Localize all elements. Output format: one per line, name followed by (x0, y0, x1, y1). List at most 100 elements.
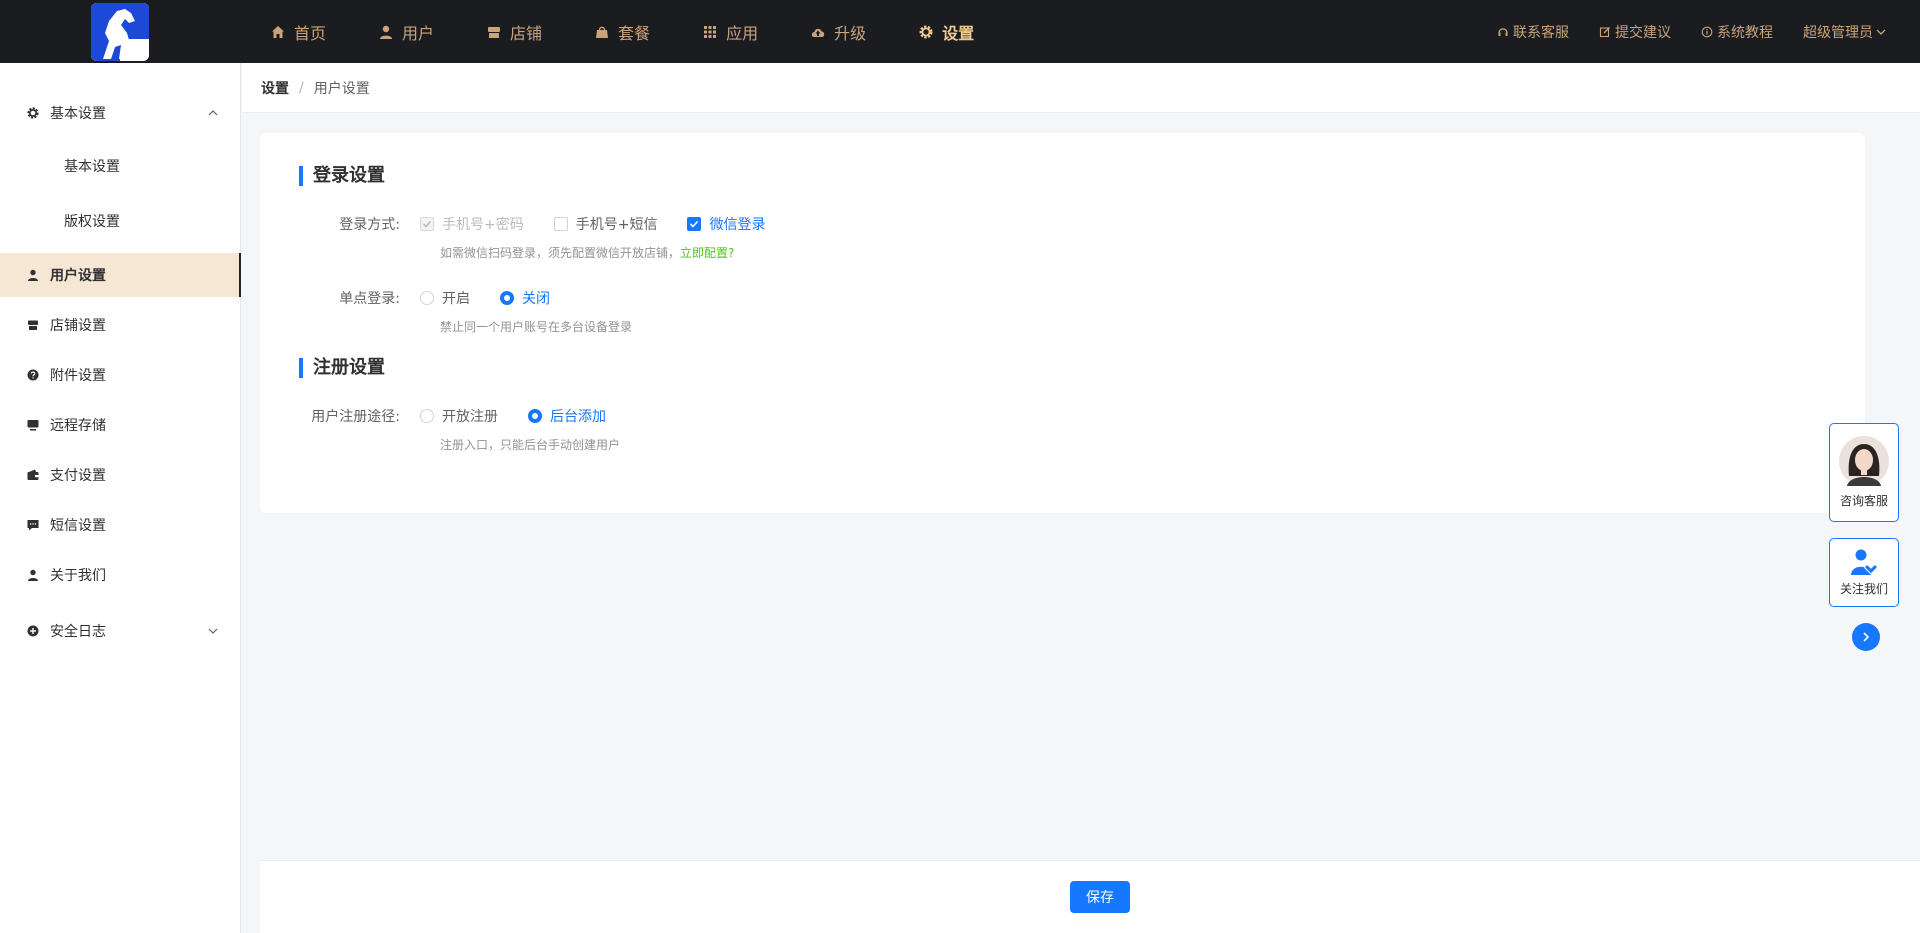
consult-service-widget[interactable]: 咨询客服 (1829, 423, 1899, 522)
store-icon (488, 26, 501, 38)
register-option-admin[interactable]: 后台添加 (528, 406, 606, 426)
login-method-wechat[interactable]: 微信登录 (687, 214, 765, 234)
follow-us-label: 关注我们 (1839, 582, 1888, 596)
register-path-hint: 注册入口，只能后台手动创建用户 (440, 438, 621, 452)
sidebar-item-label: 关于我们 (50, 568, 106, 584)
sidebar-item-basic-settings-group[interactable]: 基本设置 (0, 91, 241, 135)
sidebar-item-remote-storage[interactable]: 远程存储 (0, 403, 241, 447)
register-option-open[interactable]: 开放注册 (420, 406, 498, 426)
follow-us-widget[interactable]: 关注我们 (1829, 538, 1899, 607)
sidebar-item-label: 基本设置 (50, 106, 106, 122)
plus-circle-icon (27, 625, 39, 637)
admin-user-label: 超级管理员 (1803, 24, 1873, 41)
admin-user-menu[interactable]: 超级管理员 (1803, 22, 1887, 42)
sidebar-item-label: 附件设置 (50, 368, 106, 384)
sidebar-item-label: 用户设置 (50, 268, 106, 284)
sidebar-item-label: 远程存储 (50, 418, 106, 434)
login-method-hint: 如需微信扫码登录，须先配置微信开放店铺，立即配置? (440, 244, 734, 261)
consult-service-label: 咨询客服 (1839, 494, 1888, 508)
login-method-label: 登录方式: (339, 217, 400, 233)
top-navbar: 首页 用户 店铺 套餐 应用 升级 设置 联系客服 提交建议 系统教程 超级管理… (0, 0, 1920, 63)
login-method-option-label: 微信登录 (709, 217, 766, 233)
gear-icon (27, 107, 39, 119)
checkbox-disabled-checked (420, 217, 434, 231)
nav-store-label: 店铺 (510, 23, 543, 43)
contact-service-link[interactable]: 联系客服 (1497, 22, 1569, 42)
sso-row: 单点登录: 开启 关闭 (260, 288, 580, 308)
radio-checked (528, 409, 542, 423)
nav-settings[interactable]: 设置 (918, 20, 974, 44)
sso-option-off[interactable]: 关闭 (500, 288, 550, 308)
nav-upgrade-label: 升级 (834, 23, 867, 43)
settings-card: 登录设置 登录方式: 手机号+密码 手机号+短信 微信登录 如需微信扫码登录，须… (260, 133, 1865, 513)
system-tutorial-label: 系统教程 (1717, 24, 1773, 41)
sso-hint: 禁止同一个用户账号在多台设备登录 (440, 320, 633, 334)
chevron-down-icon (1876, 29, 1886, 35)
submit-feedback-link[interactable]: 提交建议 (1599, 22, 1671, 42)
nav-package-label: 套餐 (618, 23, 651, 43)
submit-feedback-label: 提交建议 (1615, 24, 1671, 41)
save-button[interactable]: 保存 (1070, 881, 1130, 913)
sso-option-on[interactable]: 开启 (420, 288, 470, 308)
register-path-label: 用户注册途径: (311, 409, 400, 425)
sidebar-item-about-us[interactable]: 关于我们 (0, 553, 241, 597)
sidebar-item-store-settings[interactable]: 店铺设置 (0, 303, 241, 347)
user-heart-icon (1851, 549, 1878, 575)
contact-service-label: 联系客服 (1513, 24, 1569, 41)
top-right-menu: 联系客服 提交建议 系统教程 超级管理员 (1467, 0, 1887, 63)
breadcrumb-root[interactable]: 设置 (261, 78, 289, 98)
register-section-title: 注册设置 (299, 358, 385, 378)
radio-checked (500, 291, 514, 305)
breadcrumb-separator: / (299, 79, 304, 96)
sidebar-item-copyright-settings[interactable]: 版权设置 (0, 199, 241, 243)
nav-apps[interactable]: 应用 (702, 20, 758, 44)
question-circle-icon (27, 369, 39, 381)
sidebar-item-user-settings[interactable]: 用户设置 (0, 253, 241, 297)
sidebar-item-label: 基本设置 (64, 159, 120, 175)
main-nav: 首页 用户 店铺 套餐 应用 升级 设置 (270, 0, 1026, 63)
chevron-right-icon (1863, 632, 1870, 642)
horse-logo-icon (91, 3, 149, 61)
app-logo[interactable] (91, 3, 149, 61)
sidebar-item-security-log-group[interactable]: 安全日志 (0, 609, 241, 653)
register-option-label: 开放注册 (442, 409, 498, 425)
login-method-hint-text: 如需微信扫码登录，须先配置微信开放店铺， (440, 246, 681, 260)
register-option-label: 后台添加 (550, 409, 606, 425)
sso-option-label: 开启 (442, 291, 470, 307)
user-icon (380, 25, 393, 39)
checkbox-checked (687, 217, 702, 231)
wallet-icon (27, 469, 39, 480)
nav-store[interactable]: 店铺 (486, 20, 542, 44)
chevron-down-icon (208, 628, 218, 634)
store-icon (28, 320, 38, 330)
cloud-upload-icon (811, 28, 825, 37)
nav-user-label: 用户 (402, 23, 435, 43)
breadcrumb: 设置 / 用户设置 (242, 63, 1920, 113)
login-method-phone-password[interactable]: 手机号+密码 (420, 214, 524, 234)
user-icon (28, 569, 38, 581)
sidebar-item-payment-settings[interactable]: 支付设置 (0, 453, 241, 497)
sidebar-item-sms-settings[interactable]: 短信设置 (0, 503, 241, 547)
sidebar-item-attachment-settings[interactable]: 附件设置 (0, 353, 241, 397)
collapse-float-button[interactable] (1852, 623, 1880, 651)
gear-icon (919, 25, 933, 38)
breadcrumb-current: 用户设置 (313, 80, 370, 97)
login-method-option-label: 手机号+短信 (575, 217, 658, 233)
login-method-phone-sms[interactable]: 手机号+短信 (553, 214, 658, 234)
nav-user[interactable]: 用户 (378, 20, 434, 44)
bag-icon (596, 26, 609, 38)
nav-package[interactable]: 套餐 (594, 20, 650, 44)
sso-label: 单点登录: (339, 291, 400, 307)
sso-option-label: 关闭 (522, 291, 550, 307)
nav-upgrade[interactable]: 升级 (810, 20, 866, 44)
nav-apps-label: 应用 (726, 23, 759, 43)
check-icon (690, 220, 699, 228)
sidebar-item-basic-settings[interactable]: 基本设置 (0, 144, 241, 188)
nav-home[interactable]: 首页 (270, 20, 326, 44)
sidebar-item-label: 支付设置 (50, 468, 106, 484)
configure-now-link[interactable]: 立即配置? (680, 246, 734, 260)
sidebar-item-label: 短信设置 (50, 518, 106, 534)
radio-unchecked (420, 291, 434, 305)
system-tutorial-link[interactable]: 系统教程 (1701, 22, 1773, 42)
sidebar-item-label: 店铺设置 (50, 318, 106, 334)
